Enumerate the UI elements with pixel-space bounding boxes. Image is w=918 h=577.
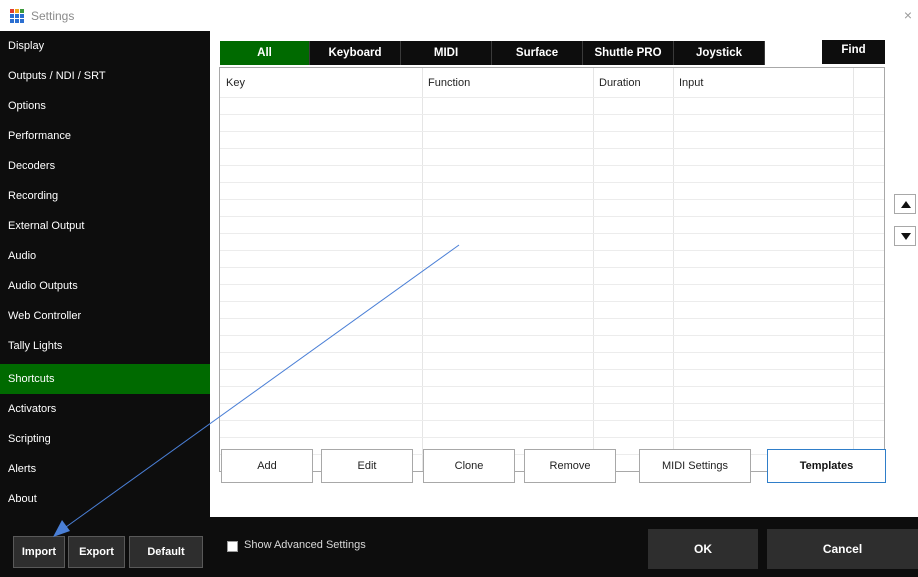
tab-shuttle-pro[interactable]: Shuttle PRO xyxy=(583,41,674,65)
triangle-up-icon xyxy=(901,201,911,208)
table-row[interactable] xyxy=(220,98,884,115)
cancel-button[interactable]: Cancel xyxy=(767,529,918,569)
table-row[interactable] xyxy=(220,336,884,353)
sidebar-item-outputs[interactable]: Outputs / NDI / SRT xyxy=(0,61,210,91)
sidebar-item-web-controller[interactable]: Web Controller xyxy=(0,301,210,331)
tab-joystick[interactable]: Joystick xyxy=(674,41,765,65)
settings-sidebar: Display Outputs / NDI / SRT Options Perf… xyxy=(0,31,210,577)
clone-button[interactable]: Clone xyxy=(423,449,515,483)
shortcuts-panel: All Keyboard MIDI Surface Shuttle PRO Jo… xyxy=(210,31,918,517)
sidebar-item-audio[interactable]: Audio xyxy=(0,241,210,271)
table-row[interactable] xyxy=(220,421,884,438)
table-header-row xyxy=(220,68,884,98)
table-row[interactable] xyxy=(220,285,884,302)
table-row[interactable] xyxy=(220,404,884,421)
sidebar-item-shortcuts[interactable]: Shortcuts xyxy=(0,364,210,394)
app-grid-icon xyxy=(10,9,24,23)
show-advanced-checkbox[interactable] xyxy=(227,541,238,552)
footer-bar: Show Advanced Settings OK Cancel xyxy=(210,517,918,577)
sidebar-item-display[interactable]: Display xyxy=(0,31,210,61)
sidebar-item-activators[interactable]: Activators xyxy=(0,394,210,424)
close-icon[interactable]: × xyxy=(904,8,912,22)
find-button[interactable]: Find xyxy=(822,40,885,64)
triangle-down-icon xyxy=(901,233,911,240)
templates-button[interactable]: Templates xyxy=(767,449,886,483)
table-row[interactable] xyxy=(220,387,884,404)
tab-surface[interactable]: Surface xyxy=(492,41,583,65)
table-row[interactable] xyxy=(220,166,884,183)
sidebar-item-decoders[interactable]: Decoders xyxy=(0,151,210,181)
sidebar-item-alerts[interactable]: Alerts xyxy=(0,454,210,484)
table-row[interactable] xyxy=(220,217,884,234)
sidebar-item-about[interactable]: About xyxy=(0,484,210,514)
sidebar-item-options[interactable]: Options xyxy=(0,91,210,121)
table-row[interactable] xyxy=(220,183,884,200)
sidebar-item-performance[interactable]: Performance xyxy=(0,121,210,151)
sidebar-item-external-output[interactable]: External Output xyxy=(0,211,210,241)
settings-window: Settings × Display Outputs / NDI / SRT O… xyxy=(0,0,918,577)
tab-all[interactable]: All xyxy=(220,41,310,65)
default-button[interactable]: Default xyxy=(129,536,203,568)
table-row[interactable] xyxy=(220,234,884,251)
table-row[interactable] xyxy=(220,302,884,319)
show-advanced-label[interactable]: Show Advanced Settings xyxy=(244,539,366,551)
tab-keyboard[interactable]: Keyboard xyxy=(310,41,401,65)
title-bar: Settings × xyxy=(0,0,918,30)
table-row[interactable] xyxy=(220,251,884,268)
table-row[interactable] xyxy=(220,268,884,285)
sidebar-item-scripting[interactable]: Scripting xyxy=(0,424,210,454)
table-row[interactable] xyxy=(220,353,884,370)
move-up-button[interactable] xyxy=(894,194,916,214)
shortcuts-table[interactable]: Key Function Duration Input xyxy=(219,67,885,472)
table-row[interactable] xyxy=(220,370,884,387)
sidebar-item-audio-outputs[interactable]: Audio Outputs xyxy=(0,271,210,301)
remove-button[interactable]: Remove xyxy=(524,449,616,483)
ok-button[interactable]: OK xyxy=(648,529,758,569)
midi-settings-button[interactable]: MIDI Settings xyxy=(639,449,751,483)
move-down-button[interactable] xyxy=(894,226,916,246)
add-button[interactable]: Add xyxy=(221,449,313,483)
table-row[interactable] xyxy=(220,319,884,336)
edit-button[interactable]: Edit xyxy=(321,449,413,483)
table-row[interactable] xyxy=(220,200,884,217)
export-button[interactable]: Export xyxy=(68,536,125,568)
table-row[interactable] xyxy=(220,149,884,166)
sidebar-item-tally-lights[interactable]: Tally Lights xyxy=(0,331,210,361)
table-row[interactable] xyxy=(220,132,884,149)
import-button[interactable]: Import xyxy=(13,536,65,568)
sidebar-item-recording[interactable]: Recording xyxy=(0,181,210,211)
tab-midi[interactable]: MIDI xyxy=(401,41,492,65)
window-title: Settings xyxy=(31,9,75,23)
table-row[interactable] xyxy=(220,115,884,132)
